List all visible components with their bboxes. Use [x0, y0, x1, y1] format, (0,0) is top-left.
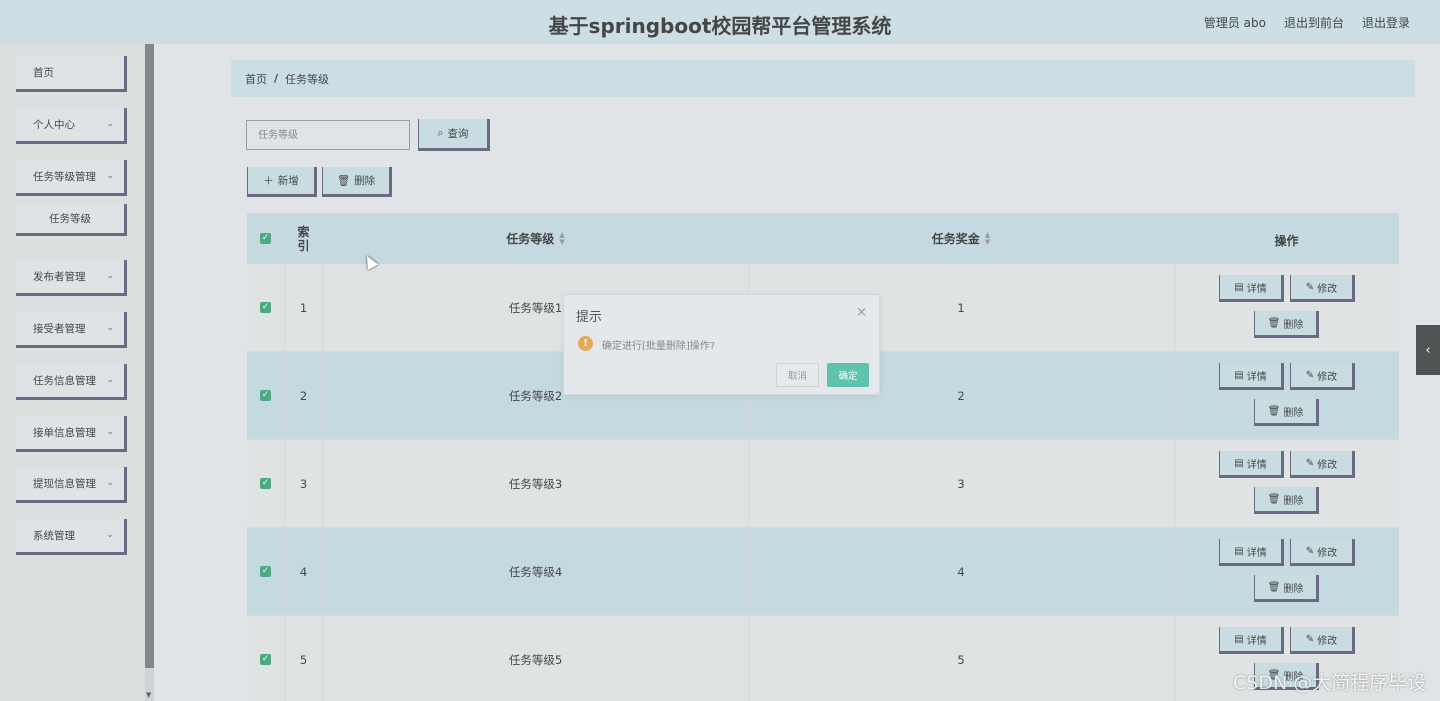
confirm-dialog: 提示 × ! 确定进行[批量删除]操作? 取消 确定	[563, 294, 880, 395]
dialog-title: 提示	[576, 310, 603, 325]
dialog-message: 确定进行[批量删除]操作?	[602, 341, 716, 352]
watermark: CSDN @大简程序毕设	[1233, 672, 1427, 694]
confirm-button[interactable]: 确定	[827, 363, 869, 387]
close-icon[interactable]: ×	[856, 305, 867, 320]
cancel-button[interactable]: 取消	[776, 363, 819, 387]
warning-icon: !	[578, 336, 593, 351]
